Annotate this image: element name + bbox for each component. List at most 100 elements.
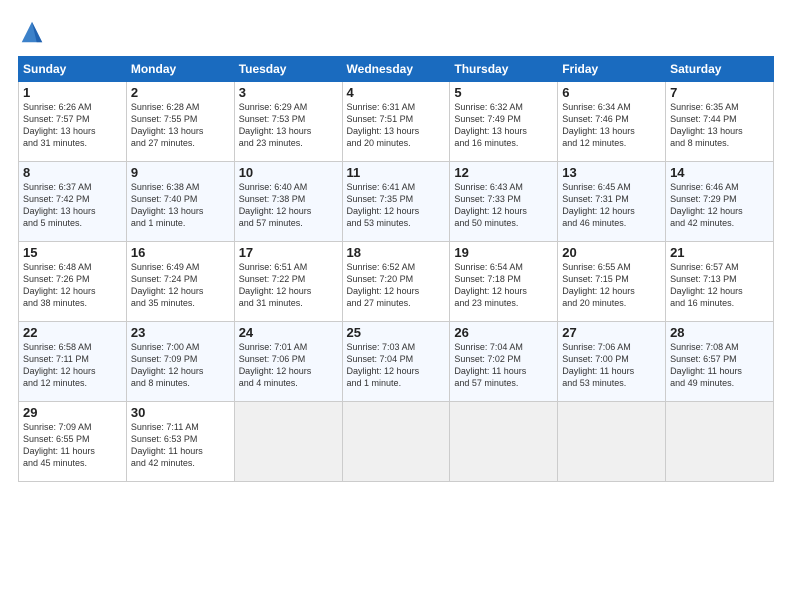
calendar-cell — [558, 402, 666, 482]
day-number: 10 — [239, 165, 338, 180]
day-number: 11 — [347, 165, 446, 180]
day-number: 13 — [562, 165, 661, 180]
day-info: Sunrise: 7:06 AM Sunset: 7:00 PM Dayligh… — [562, 341, 661, 390]
calendar-cell: 2Sunrise: 6:28 AM Sunset: 7:55 PM Daylig… — [126, 82, 234, 162]
day-info: Sunrise: 6:35 AM Sunset: 7:44 PM Dayligh… — [670, 101, 769, 150]
calendar-cell: 9Sunrise: 6:38 AM Sunset: 7:40 PM Daylig… — [126, 162, 234, 242]
calendar-cell — [666, 402, 774, 482]
day-info: Sunrise: 6:31 AM Sunset: 7:51 PM Dayligh… — [347, 101, 446, 150]
day-number: 5 — [454, 85, 553, 100]
calendar-cell: 10Sunrise: 6:40 AM Sunset: 7:38 PM Dayli… — [234, 162, 342, 242]
day-number: 1 — [23, 85, 122, 100]
calendar-cell: 12Sunrise: 6:43 AM Sunset: 7:33 PM Dayli… — [450, 162, 558, 242]
day-number: 18 — [347, 245, 446, 260]
day-info: Sunrise: 6:43 AM Sunset: 7:33 PM Dayligh… — [454, 181, 553, 230]
calendar-cell: 25Sunrise: 7:03 AM Sunset: 7:04 PM Dayli… — [342, 322, 450, 402]
calendar-cell: 20Sunrise: 6:55 AM Sunset: 7:15 PM Dayli… — [558, 242, 666, 322]
day-info: Sunrise: 6:26 AM Sunset: 7:57 PM Dayligh… — [23, 101, 122, 150]
day-number: 3 — [239, 85, 338, 100]
day-header-friday: Friday — [558, 57, 666, 82]
day-header-wednesday: Wednesday — [342, 57, 450, 82]
day-number: 16 — [131, 245, 230, 260]
calendar-cell: 16Sunrise: 6:49 AM Sunset: 7:24 PM Dayli… — [126, 242, 234, 322]
day-number: 17 — [239, 245, 338, 260]
calendar-cell — [342, 402, 450, 482]
day-info: Sunrise: 6:38 AM Sunset: 7:40 PM Dayligh… — [131, 181, 230, 230]
calendar-cell: 26Sunrise: 7:04 AM Sunset: 7:02 PM Dayli… — [450, 322, 558, 402]
day-info: Sunrise: 7:08 AM Sunset: 6:57 PM Dayligh… — [670, 341, 769, 390]
calendar-cell: 6Sunrise: 6:34 AM Sunset: 7:46 PM Daylig… — [558, 82, 666, 162]
day-number: 8 — [23, 165, 122, 180]
day-info: Sunrise: 6:54 AM Sunset: 7:18 PM Dayligh… — [454, 261, 553, 310]
day-number: 21 — [670, 245, 769, 260]
calendar-cell: 5Sunrise: 6:32 AM Sunset: 7:49 PM Daylig… — [450, 82, 558, 162]
calendar-week-row: 22Sunrise: 6:58 AM Sunset: 7:11 PM Dayli… — [19, 322, 774, 402]
day-info: Sunrise: 6:48 AM Sunset: 7:26 PM Dayligh… — [23, 261, 122, 310]
logo — [18, 18, 50, 46]
day-number: 27 — [562, 325, 661, 340]
day-info: Sunrise: 6:52 AM Sunset: 7:20 PM Dayligh… — [347, 261, 446, 310]
calendar-cell: 30Sunrise: 7:11 AM Sunset: 6:53 PM Dayli… — [126, 402, 234, 482]
day-info: Sunrise: 7:09 AM Sunset: 6:55 PM Dayligh… — [23, 421, 122, 470]
day-number: 26 — [454, 325, 553, 340]
calendar-cell: 18Sunrise: 6:52 AM Sunset: 7:20 PM Dayli… — [342, 242, 450, 322]
calendar-body: 1Sunrise: 6:26 AM Sunset: 7:57 PM Daylig… — [19, 82, 774, 482]
calendar-header-row: SundayMondayTuesdayWednesdayThursdayFrid… — [19, 57, 774, 82]
day-number: 4 — [347, 85, 446, 100]
calendar-cell: 3Sunrise: 6:29 AM Sunset: 7:53 PM Daylig… — [234, 82, 342, 162]
calendar-cell: 1Sunrise: 6:26 AM Sunset: 7:57 PM Daylig… — [19, 82, 127, 162]
day-number: 25 — [347, 325, 446, 340]
day-info: Sunrise: 6:51 AM Sunset: 7:22 PM Dayligh… — [239, 261, 338, 310]
day-info: Sunrise: 6:49 AM Sunset: 7:24 PM Dayligh… — [131, 261, 230, 310]
day-number: 29 — [23, 405, 122, 420]
day-header-saturday: Saturday — [666, 57, 774, 82]
day-info: Sunrise: 6:57 AM Sunset: 7:13 PM Dayligh… — [670, 261, 769, 310]
calendar-week-row: 1Sunrise: 6:26 AM Sunset: 7:57 PM Daylig… — [19, 82, 774, 162]
day-number: 23 — [131, 325, 230, 340]
day-number: 30 — [131, 405, 230, 420]
day-number: 15 — [23, 245, 122, 260]
day-number: 7 — [670, 85, 769, 100]
day-number: 14 — [670, 165, 769, 180]
day-info: Sunrise: 6:40 AM Sunset: 7:38 PM Dayligh… — [239, 181, 338, 230]
day-number: 9 — [131, 165, 230, 180]
page-header — [18, 18, 774, 46]
day-info: Sunrise: 6:46 AM Sunset: 7:29 PM Dayligh… — [670, 181, 769, 230]
calendar-cell: 21Sunrise: 6:57 AM Sunset: 7:13 PM Dayli… — [666, 242, 774, 322]
calendar-cell: 14Sunrise: 6:46 AM Sunset: 7:29 PM Dayli… — [666, 162, 774, 242]
day-number: 6 — [562, 85, 661, 100]
calendar-cell: 15Sunrise: 6:48 AM Sunset: 7:26 PM Dayli… — [19, 242, 127, 322]
day-number: 22 — [23, 325, 122, 340]
day-info: Sunrise: 6:45 AM Sunset: 7:31 PM Dayligh… — [562, 181, 661, 230]
day-info: Sunrise: 6:28 AM Sunset: 7:55 PM Dayligh… — [131, 101, 230, 150]
day-number: 12 — [454, 165, 553, 180]
day-number: 2 — [131, 85, 230, 100]
day-header-sunday: Sunday — [19, 57, 127, 82]
day-info: Sunrise: 7:11 AM Sunset: 6:53 PM Dayligh… — [131, 421, 230, 470]
day-info: Sunrise: 6:41 AM Sunset: 7:35 PM Dayligh… — [347, 181, 446, 230]
calendar-cell: 4Sunrise: 6:31 AM Sunset: 7:51 PM Daylig… — [342, 82, 450, 162]
calendar-table: SundayMondayTuesdayWednesdayThursdayFrid… — [18, 56, 774, 482]
calendar-cell: 7Sunrise: 6:35 AM Sunset: 7:44 PM Daylig… — [666, 82, 774, 162]
logo-icon — [18, 18, 46, 46]
calendar-cell: 28Sunrise: 7:08 AM Sunset: 6:57 PM Dayli… — [666, 322, 774, 402]
day-info: Sunrise: 7:03 AM Sunset: 7:04 PM Dayligh… — [347, 341, 446, 390]
day-info: Sunrise: 7:00 AM Sunset: 7:09 PM Dayligh… — [131, 341, 230, 390]
day-info: Sunrise: 6:55 AM Sunset: 7:15 PM Dayligh… — [562, 261, 661, 310]
day-info: Sunrise: 6:58 AM Sunset: 7:11 PM Dayligh… — [23, 341, 122, 390]
day-header-monday: Monday — [126, 57, 234, 82]
calendar-cell: 8Sunrise: 6:37 AM Sunset: 7:42 PM Daylig… — [19, 162, 127, 242]
day-header-tuesday: Tuesday — [234, 57, 342, 82]
day-number: 28 — [670, 325, 769, 340]
calendar-cell: 22Sunrise: 6:58 AM Sunset: 7:11 PM Dayli… — [19, 322, 127, 402]
calendar-cell: 27Sunrise: 7:06 AM Sunset: 7:00 PM Dayli… — [558, 322, 666, 402]
calendar-cell: 11Sunrise: 6:41 AM Sunset: 7:35 PM Dayli… — [342, 162, 450, 242]
calendar-cell — [450, 402, 558, 482]
day-header-thursday: Thursday — [450, 57, 558, 82]
day-info: Sunrise: 7:04 AM Sunset: 7:02 PM Dayligh… — [454, 341, 553, 390]
calendar-cell: 23Sunrise: 7:00 AM Sunset: 7:09 PM Dayli… — [126, 322, 234, 402]
day-number: 20 — [562, 245, 661, 260]
day-info: Sunrise: 6:34 AM Sunset: 7:46 PM Dayligh… — [562, 101, 661, 150]
day-info: Sunrise: 6:29 AM Sunset: 7:53 PM Dayligh… — [239, 101, 338, 150]
day-number: 19 — [454, 245, 553, 260]
